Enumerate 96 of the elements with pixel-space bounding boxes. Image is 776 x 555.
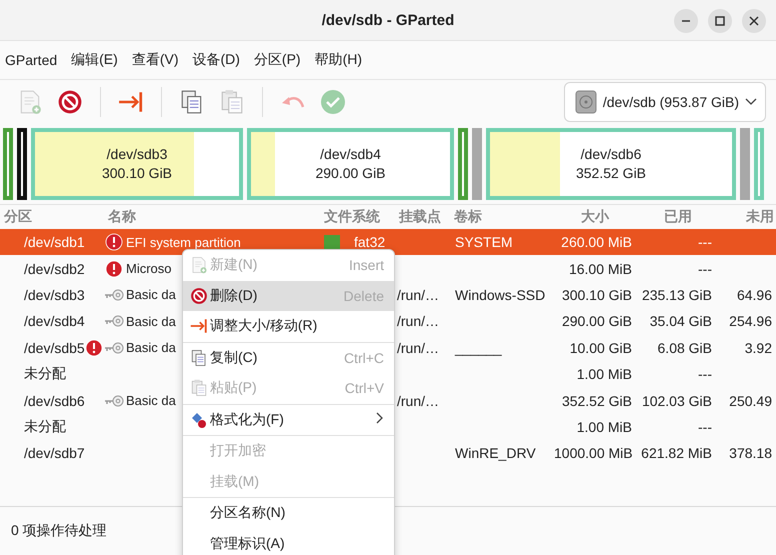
size-cell-text: 10.00 GiB	[568, 340, 633, 356]
key-icon	[104, 394, 124, 407]
menu-item[interactable]: 查看(V)	[130, 51, 186, 69]
partition-cell-text: /dev/sdb7	[23, 445, 85, 462]
partition-cell-text: /dev/sdb2	[23, 260, 85, 277]
unused-cell-text: 64.96	[736, 286, 773, 303]
partition-cell-text: 未分配	[23, 365, 66, 384]
label-cell-text: ______	[454, 340, 503, 356]
context-menu-item[interactable]: 管理标识(A)	[183, 528, 394, 555]
status-text: 0 项操作待处理	[11, 522, 107, 540]
delete-icon	[57, 89, 83, 115]
size-cell-text: 1000.00 MiB	[553, 445, 634, 462]
mount-point-cell-text: /run/…	[396, 340, 440, 356]
maximize-button[interactable]	[708, 9, 732, 33]
context-menu-item[interactable]: 复制(C) Ctrl+C	[183, 342, 394, 373]
partition-cell-text: /dev/sdb6	[23, 392, 85, 409]
apply-check-icon	[320, 89, 346, 115]
partition-cell-text: 未分配	[23, 418, 66, 436]
used-cell-text: 235.13 GiB	[640, 286, 713, 303]
copy-icon	[190, 348, 208, 367]
unused-cell-text: 3.92	[744, 340, 773, 356]
size-cell-text: 352.52 GiB	[560, 392, 633, 409]
unused-cell-text: 378.18	[728, 445, 773, 462]
partition-segment[interactable]	[17, 128, 27, 200]
label-cell-text: SYSTEM	[454, 234, 514, 250]
menu-item[interactable]: 编辑(E)	[70, 51, 126, 69]
name-cell-text: Basic da	[125, 340, 176, 356]
context-menu-item[interactable]: 格式化为(F)	[183, 404, 394, 435]
mount-point-cell-text: /run/…	[396, 286, 440, 303]
label-cell-text: Windows-SSD	[454, 286, 546, 303]
partition-name: /dev/sdb3	[106, 146, 168, 163]
maximize-icon	[715, 16, 725, 26]
used-cell-text: ---	[697, 366, 713, 382]
selected-row-highlight[interactable]: /dev/sdb1 EFI system partition fat32 SYSTEM 260.00 MiB ---	[0, 229, 776, 256]
partition-cell-text: /dev/sdb5	[23, 340, 85, 356]
size-cell-text: 16.00 MiB	[568, 260, 633, 277]
used-cell-text: 35.04 GiB	[648, 313, 713, 330]
partition-name: /dev/sdb4	[320, 146, 381, 163]
warning-icon	[105, 233, 123, 252]
name-cell-text: Basic da	[125, 393, 176, 408]
menu-item[interactable]: 设备(D)	[191, 51, 248, 69]
delete-icon	[190, 286, 208, 305]
filesystem-cell-text: fat32	[353, 234, 386, 250]
partition-size: 352.52 GiB	[576, 165, 646, 182]
used-cell-text: 102.03 GiB	[640, 392, 713, 409]
paste-icon	[219, 89, 245, 115]
menu-item[interactable]: 分区(P)	[252, 51, 309, 69]
device-selector[interactable]: /dev/sdb (953.87 GiB)	[564, 82, 766, 122]
window-title: /dev/sdb - GParted	[322, 12, 454, 28]
menu-item[interactable]: 帮助(H)	[314, 51, 370, 69]
name-cell-text: Basic da	[125, 287, 176, 302]
partition-size: 300.10 GiB	[102, 165, 172, 182]
menu-item[interactable]: GParted	[4, 52, 66, 68]
partition-cell-text: /dev/sdb4	[23, 313, 85, 330]
unused-cell-text: 254.96	[728, 313, 773, 330]
partition-segment[interactable]: /dev/sdb3 300.10 GiB	[31, 128, 243, 200]
key-icon	[104, 315, 124, 328]
used-cell-text: ---	[697, 260, 713, 277]
context-menu-item[interactable]: 调整大小/移动(R)	[183, 311, 394, 342]
partition-cell-text: /dev/sdb3	[23, 286, 85, 303]
size-cell-text: 1.00 MiB	[576, 418, 633, 435]
partition-name: /dev/sdb6	[580, 146, 642, 163]
undo-icon	[281, 95, 305, 109]
size-cell-text: 290.00 GiB	[560, 313, 633, 330]
new-document-icon	[190, 256, 208, 274]
close-button[interactable]	[742, 9, 766, 33]
format-icon	[190, 410, 208, 429]
name-cell-text: EFI system partition	[125, 234, 241, 250]
size-cell-text: 300.10 GiB	[560, 286, 633, 303]
label-cell-text: WinRE_DRV	[454, 445, 537, 462]
warning-icon	[105, 260, 123, 278]
minimize-button[interactable]	[674, 9, 698, 33]
used-cell-text: ---	[697, 418, 713, 435]
paste-icon	[190, 379, 208, 398]
resize-arrow-icon	[190, 317, 208, 336]
mount-point-cell-text: /run/…	[396, 392, 440, 409]
partition-segment[interactable]: /dev/sdb6 352.52 GiB	[486, 128, 736, 200]
key-icon	[104, 342, 124, 354]
size-cell-text: 1.00 MiB	[576, 366, 633, 382]
name-cell-text: Microso	[125, 261, 172, 276]
partition-segment[interactable]: /dev/sdb4 290.00 GiB	[247, 128, 454, 200]
key-icon	[104, 288, 124, 301]
name-cell-text: Basic da	[125, 314, 176, 329]
mount-point-cell-text: /run/…	[396, 313, 440, 330]
unused-cell-text: 250.49	[728, 392, 773, 409]
size-cell-text: 260.00 MiB	[560, 234, 633, 250]
close-icon	[749, 16, 759, 26]
minimize-icon	[681, 20, 691, 22]
context-menu-item[interactable]: 分区名称(N)	[183, 498, 394, 528]
partition-cell-text: /dev/sdb1	[23, 234, 85, 250]
used-cell-text: 621.82 MiB	[640, 445, 713, 462]
chevron-down-icon	[745, 98, 757, 106]
used-cell-text: ---	[697, 234, 713, 250]
used-cell-text: 6.08 GiB	[656, 340, 713, 356]
warning-icon	[84, 338, 103, 357]
partition-size: 290.00 GiB	[315, 165, 386, 182]
